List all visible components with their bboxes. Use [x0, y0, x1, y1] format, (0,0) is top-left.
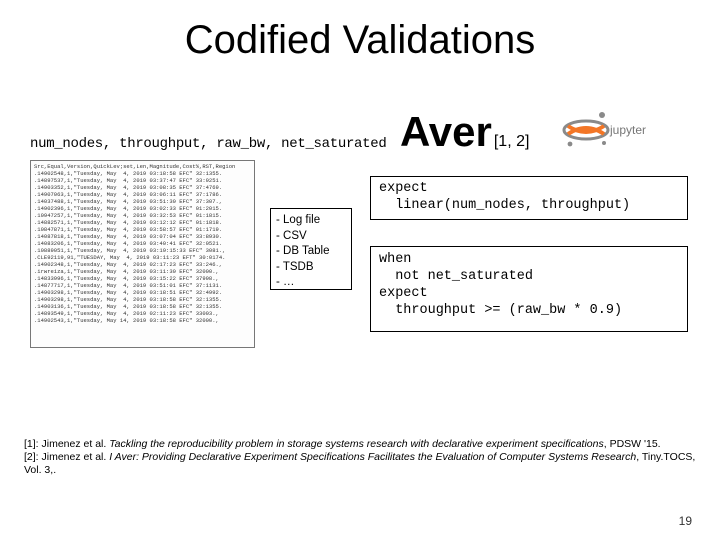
- page-title: Codified Validations: [0, 0, 720, 63]
- reference-1: [1]: Jimenez et al. Tackling the reprodu…: [24, 438, 696, 451]
- ref2-prefix: [2]: Jimenez et al.: [24, 451, 109, 463]
- jupyter-label: jupyter: [610, 123, 646, 137]
- schema-line: num_nodes, throughput, raw_bw, net_satur…: [30, 136, 386, 152]
- aver-name: Aver: [400, 108, 492, 156]
- ref2-title: I Aver: Providing Declarative Experiment…: [109, 451, 636, 463]
- log-sample-text: Src,Equal,Version,QuickLev;set,Len,Magni…: [31, 161, 254, 326]
- source-item: - CSV: [276, 229, 346, 245]
- reference-2: [2]: Jimenez et al. I Aver: Providing De…: [24, 451, 696, 477]
- source-item: - …: [276, 275, 346, 291]
- code-block-expect-linear: expect linear(num_nodes, throughput): [370, 176, 688, 220]
- references: [1]: Jimenez et al. Tackling the reprodu…: [24, 438, 696, 477]
- source-item: - TSDB: [276, 260, 346, 276]
- code-block-when-expect: when not net_saturated expect throughput…: [370, 246, 688, 332]
- aver-heading: Aver[1, 2]: [400, 108, 529, 156]
- jupyter-logo: jupyter: [558, 104, 648, 156]
- ref1-suffix: , PDSW '15.: [604, 438, 661, 450]
- aver-cite: [1, 2]: [494, 133, 530, 151]
- source-item: - DB Table: [276, 244, 346, 260]
- slide: Codified Validations num_nodes, throughp…: [0, 0, 720, 540]
- sources-box: - Log file - CSV - DB Table - TSDB - …: [270, 208, 352, 290]
- log-sample-image: Src,Equal,Version,QuickLev;set,Len,Magni…: [30, 160, 255, 348]
- page-number: 19: [679, 514, 692, 528]
- ref1-prefix: [1]: Jimenez et al.: [24, 438, 109, 450]
- ref1-title: Tackling the reproducibility problem in …: [109, 438, 604, 450]
- source-item: - Log file: [276, 213, 346, 229]
